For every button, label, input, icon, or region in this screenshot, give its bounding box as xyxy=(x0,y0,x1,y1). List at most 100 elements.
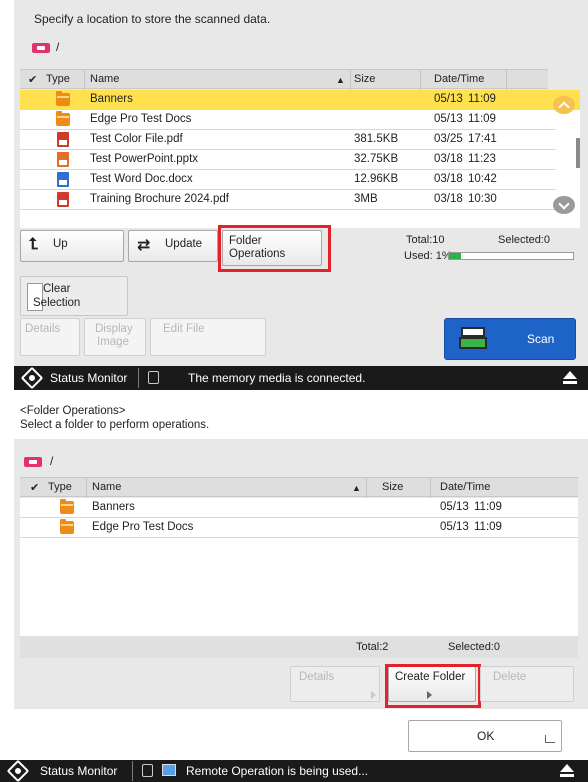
datetime-column-header[interactable]: Date/Time xyxy=(434,73,484,85)
file-row-banners[interactable]: Banners 05/13 11:09 xyxy=(20,90,580,110)
ok-label: OK xyxy=(477,729,495,743)
folder-operations-title: <Folder Operations> xyxy=(20,405,126,417)
folder-list-footer: Total:2 Selected:0 xyxy=(20,636,578,658)
eject-icon[interactable] xyxy=(558,764,576,778)
remote-operation-icon xyxy=(162,764,176,776)
file-name: Edge Pro Test Docs xyxy=(90,113,192,125)
folder-list: Banners 05/13 11:09 Edge Pro Test Docs 0… xyxy=(20,498,578,636)
edit-file-label: Edit File xyxy=(163,323,205,335)
size-column-header[interactable]: Size xyxy=(382,481,403,493)
status-monitor-icon[interactable] xyxy=(20,366,44,390)
scroll-thumb[interactable] xyxy=(576,138,580,168)
instruction-text: Specify a location to store the scanned … xyxy=(34,12,271,26)
type-column-header[interactable]: Type xyxy=(48,481,72,493)
submenu-arrow-icon xyxy=(371,691,376,699)
memory-media-icon xyxy=(32,43,50,53)
eject-icon[interactable] xyxy=(561,371,579,385)
file-size: 12.96KB xyxy=(354,173,399,185)
folder-icon xyxy=(60,499,74,514)
used-percent: Used: 1% xyxy=(404,250,452,262)
scroll-up-icon[interactable] xyxy=(553,96,575,114)
status-monitor-label[interactable]: Status Monitor xyxy=(40,764,117,778)
pdf-file-icon xyxy=(57,132,69,147)
scan-button[interactable]: Scan xyxy=(444,318,576,360)
selected-count: Selected:0 xyxy=(448,641,500,653)
status-message: The memory media is connected. xyxy=(188,371,366,385)
folder-icon xyxy=(60,519,74,534)
memory-usage-fill xyxy=(449,253,462,259)
file-time: 10:42 xyxy=(468,173,497,185)
size-column-header[interactable]: Size xyxy=(354,73,375,85)
clear-label-2: Selection xyxy=(33,297,81,309)
docx-file-icon xyxy=(57,172,69,187)
name-column-header[interactable]: Name xyxy=(92,481,121,493)
delete-button[interactable]: Delete xyxy=(480,666,574,702)
file-row-edge-pro-test-docs[interactable]: Edge Pro Test Docs 05/13 11:09 xyxy=(20,110,556,130)
details-label: Details xyxy=(25,323,61,335)
check-column-icon: ✔ xyxy=(30,482,40,494)
folder-operations-highlight xyxy=(218,225,331,272)
file-time: 17:41 xyxy=(468,133,497,145)
name-column-header[interactable]: Name xyxy=(90,73,119,85)
media-slot-icon xyxy=(148,371,159,384)
type-column-header[interactable]: Type xyxy=(46,73,70,85)
folder-date: 05/13 xyxy=(440,501,469,513)
file-row-test-word-doc[interactable]: Test Word Doc.docx 12.96KB 03/18 10:42 xyxy=(20,170,556,190)
display-image-button[interactable]: Display Image xyxy=(84,318,146,356)
file-list-header[interactable]: ✔ Type Name ▲ Size Date/Time xyxy=(20,69,548,90)
sort-ascending-icon: ▲ xyxy=(336,75,345,85)
folder-date: 05/13 xyxy=(440,521,469,533)
file-date: 05/13 xyxy=(434,113,463,125)
edit-file-button[interactable]: Edit File xyxy=(150,318,266,356)
sort-ascending-icon: ▲ xyxy=(352,483,361,493)
datetime-column-header[interactable]: Date/Time xyxy=(440,481,490,493)
file-time: 10:30 xyxy=(468,193,497,205)
delete-label: Delete xyxy=(493,671,527,683)
file-date: 05/13 xyxy=(434,93,463,105)
file-list: Banners 05/13 11:09 Edge Pro Test Docs 0… xyxy=(20,90,580,228)
details-label: Details xyxy=(299,671,335,683)
total-count: Total:10 xyxy=(406,234,445,246)
folder-time: 11:09 xyxy=(474,521,502,533)
details-button[interactable]: Details xyxy=(290,666,380,702)
folder-list-header[interactable]: ✔ Type Name ▲ Size Date/Time xyxy=(20,477,578,498)
folder-name: Edge Pro Test Docs xyxy=(92,521,194,533)
folder-icon xyxy=(56,91,70,106)
details-button[interactable]: Details xyxy=(20,318,80,356)
status-bar-bottom: Status Monitor Remote Operation is being… xyxy=(0,759,588,782)
folder-name: Banners xyxy=(92,501,135,513)
folder-operations-subtitle: Select a folder to perform operations. xyxy=(20,419,210,431)
update-button[interactable]: ⇄ Update xyxy=(128,230,218,262)
file-size: 3MB xyxy=(354,193,378,205)
file-row-test-powerpoint[interactable]: Test PowerPoint.pptx 32.75KB 03/18 11:23 xyxy=(20,150,556,170)
file-row-training-brochure[interactable]: Training Brochure 2024.pdf 3MB 03/18 10:… xyxy=(20,190,556,210)
current-path: / xyxy=(50,454,54,468)
scan-destination-screen: Specify a location to store the scanned … xyxy=(14,0,588,390)
status-bar-top: Status Monitor The memory media is conne… xyxy=(14,366,588,390)
memory-media-icon xyxy=(24,457,42,467)
status-monitor-label[interactable]: Status Monitor xyxy=(50,371,127,385)
selected-count: Selected:0 xyxy=(498,234,550,246)
folder-row-banners[interactable]: Banners 05/13 11:09 xyxy=(20,498,578,518)
folder-row-edge-pro-test-docs[interactable]: Edge Pro Test Docs 05/13 11:09 xyxy=(20,518,578,538)
scanner-icon xyxy=(459,327,487,349)
root: Specify a location to store the scanned … xyxy=(0,0,588,782)
file-name: Test Word Doc.docx xyxy=(90,173,193,185)
up-arrow-icon: ⮤ xyxy=(29,236,39,253)
folder-operations-screen: / ✔ Type Name ▲ Size Date/Time Banners 0… xyxy=(14,439,588,709)
file-time: 11:09 xyxy=(468,93,496,105)
file-time: 11:23 xyxy=(468,153,496,165)
status-message: Remote Operation is being used... xyxy=(186,764,369,778)
status-monitor-icon[interactable] xyxy=(6,759,30,782)
pdf-file-icon xyxy=(57,192,69,207)
file-name: Banners xyxy=(90,93,133,105)
up-button[interactable]: ⮤ Up xyxy=(20,230,124,262)
file-name: Test PowerPoint.pptx xyxy=(90,153,199,165)
pptx-file-icon xyxy=(57,152,69,167)
file-row-test-color-file[interactable]: Test Color File.pdf 381.5KB 03/25 17:41 xyxy=(20,130,556,150)
ok-button[interactable]: OK xyxy=(408,720,562,752)
media-slot-icon xyxy=(142,764,153,777)
scroll-down-icon[interactable] xyxy=(553,196,575,214)
clear-selection-button[interactable]: Clear Selection xyxy=(20,276,128,316)
total-count: Total:2 xyxy=(356,641,389,653)
